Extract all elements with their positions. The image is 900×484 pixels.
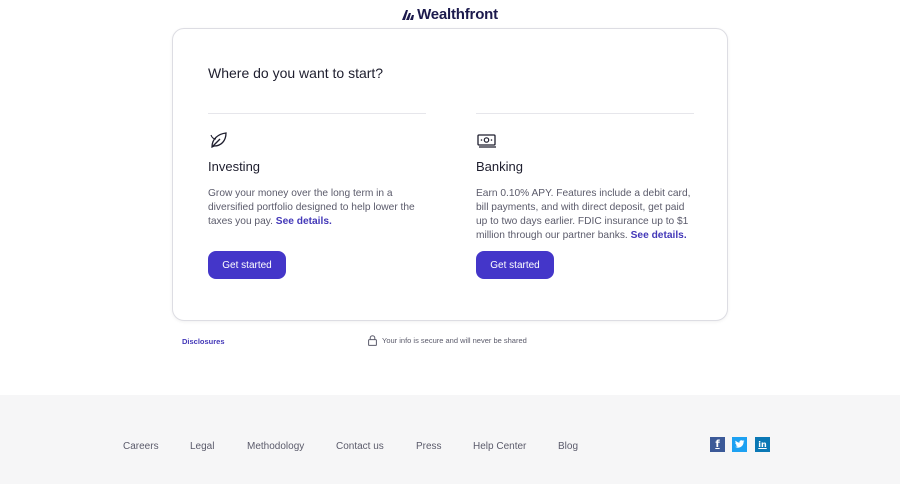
card-title: Where do you want to start?	[208, 65, 384, 81]
secure-info-notice: Your info is secure and will never be sh…	[368, 335, 527, 346]
wealthfront-logo-icon	[402, 9, 415, 20]
option-title-banking: Banking	[476, 159, 523, 174]
investing-option: Investing Grow your money over the long …	[208, 113, 426, 229]
divider	[476, 113, 694, 114]
see-details-link-investing[interactable]: See details.	[276, 216, 332, 227]
footer-link-press[interactable]: Press	[416, 441, 442, 452]
logo-text: Wealthfront	[417, 6, 498, 23]
secure-text: Your info is secure and will never be sh…	[382, 336, 527, 345]
footer-link-legal[interactable]: Legal	[190, 441, 214, 452]
get-started-banking-button[interactable]: Get started	[476, 251, 554, 279]
footer: Careers Legal Methodology Contact us Pre…	[0, 395, 900, 484]
leaf-icon	[210, 132, 227, 149]
divider	[208, 113, 426, 114]
footer-link-methodology[interactable]: Methodology	[247, 441, 304, 452]
page: Wealthfront Where do you want to start? …	[0, 0, 900, 484]
lock-icon	[368, 335, 377, 346]
linkedin-icon[interactable]: in	[755, 437, 770, 452]
see-details-link-banking[interactable]: See details.	[631, 230, 687, 241]
footer-link-help-center[interactable]: Help Center	[473, 441, 526, 452]
option-title-investing: Investing	[208, 159, 261, 174]
option-description-banking: Earn 0.10% APY. Features include a debit…	[476, 187, 694, 243]
twitter-icon[interactable]	[732, 437, 747, 452]
footer-link-contact-us[interactable]: Contact us	[336, 441, 384, 452]
facebook-icon[interactable]: f	[710, 437, 725, 452]
footer-link-careers[interactable]: Careers	[123, 441, 159, 452]
wealthfront-logo[interactable]: Wealthfront	[0, 6, 900, 23]
disclosures-link[interactable]: Disclosures	[182, 337, 225, 346]
option-description-investing: Grow your money over the long term in a …	[208, 187, 426, 229]
banking-option: Banking Earn 0.10% APY. Features include…	[476, 113, 694, 243]
cash-icon	[477, 134, 496, 148]
start-options-card: Where do you want to start? Investing Gr…	[172, 28, 728, 321]
get-started-investing-button[interactable]: Get started	[208, 251, 286, 279]
footer-link-blog[interactable]: Blog	[558, 441, 578, 452]
twitter-bird-icon	[734, 440, 745, 448]
